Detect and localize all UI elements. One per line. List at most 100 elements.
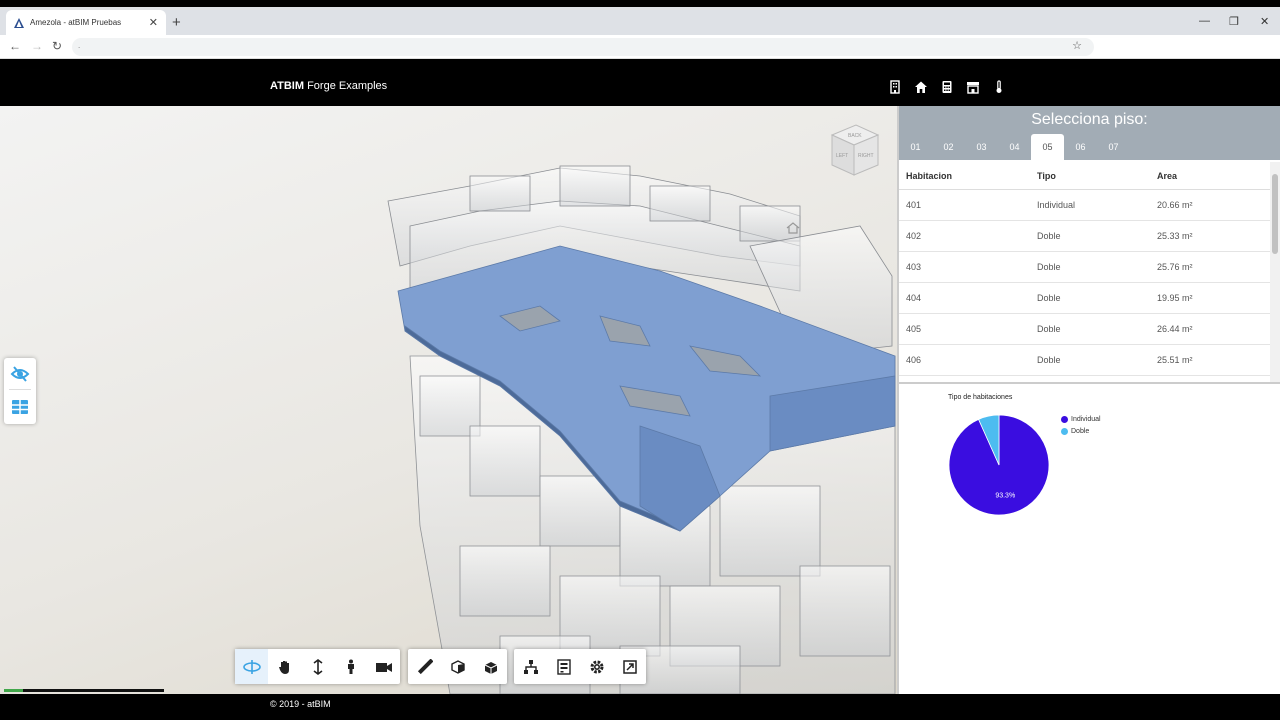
tab-title: Amezola - atBIM Pruebas bbox=[30, 18, 122, 27]
table-row[interactable]: 403 Doble 25.76 m² bbox=[899, 252, 1280, 283]
home-icon[interactable] bbox=[914, 80, 928, 94]
measure-icon bbox=[417, 658, 433, 674]
fullscreen-button[interactable] bbox=[613, 649, 646, 684]
floor-tab-02[interactable]: 02 bbox=[932, 134, 965, 160]
col-tipo[interactable]: Tipo bbox=[1037, 171, 1157, 181]
chart-legend: Individual Doble bbox=[1061, 413, 1101, 437]
thermometer-icon[interactable] bbox=[992, 80, 1006, 94]
zoom-icon bbox=[313, 658, 322, 675]
reload-button[interactable]: ↻ bbox=[52, 39, 62, 53]
section-button[interactable] bbox=[441, 649, 474, 684]
table-scrollbar-thumb[interactable] bbox=[1272, 174, 1278, 254]
pan-icon bbox=[278, 660, 289, 674]
first-person-button[interactable] bbox=[334, 649, 367, 684]
cell-area: 25.51 m² bbox=[1157, 355, 1193, 365]
cell-tipo: Doble bbox=[1037, 293, 1061, 303]
orbit-button[interactable] bbox=[235, 649, 268, 684]
viewcube[interactable]: BACK LEFT RIGHT bbox=[826, 123, 882, 181]
cell-tipo: Doble bbox=[1037, 324, 1061, 334]
viewcube-right-label: RIGHT bbox=[858, 153, 874, 159]
navigation-toolbar bbox=[235, 649, 400, 684]
table-row[interactable]: 405 Doble 26.44 m² bbox=[899, 314, 1280, 345]
settings-button[interactable] bbox=[580, 649, 613, 684]
viewer-home-icon[interactable] bbox=[786, 221, 800, 235]
zoom-button[interactable] bbox=[301, 649, 334, 684]
forward-button[interactable]: → bbox=[31, 39, 43, 53]
address-input[interactable]: . ☆ bbox=[72, 38, 1094, 56]
floor-tab-06[interactable]: 06 bbox=[1064, 134, 1097, 160]
fullscreen-icon bbox=[622, 659, 637, 674]
rooms-table-header: Habitacion Tipo Area bbox=[899, 162, 1280, 190]
cell-habitacion: 401 bbox=[906, 200, 922, 210]
tab-close-icon[interactable]: ✕ bbox=[149, 16, 158, 29]
orbit-icon bbox=[242, 659, 261, 674]
store-icon[interactable] bbox=[966, 80, 980, 94]
atbim-favicon-icon bbox=[14, 17, 24, 28]
settings-toolbar bbox=[514, 649, 646, 684]
loading-progress-fill bbox=[4, 689, 24, 692]
legend-item[interactable]: Doble bbox=[1061, 425, 1101, 437]
model-browser-button[interactable] bbox=[514, 649, 547, 684]
forge-viewer[interactable]: BACK LEFT RIGHT bbox=[0, 106, 897, 694]
close-window-button[interactable]: ✕ bbox=[1260, 15, 1269, 28]
restore-button[interactable]: ❐ bbox=[1229, 15, 1239, 28]
new-tab-button[interactable]: + bbox=[172, 14, 181, 31]
col-habitacion[interactable]: Habitacion bbox=[899, 171, 1037, 181]
minimize-button[interactable]: — bbox=[1199, 15, 1210, 27]
floor-tab-03[interactable]: 03 bbox=[965, 134, 998, 160]
browser-tab[interactable]: Amezola - atBIM Pruebas ✕ bbox=[6, 10, 166, 35]
model-browser-icon bbox=[523, 659, 538, 674]
table-row[interactable]: 402 Doble 25.33 m² bbox=[899, 221, 1280, 252]
building-model[interactable] bbox=[0, 106, 897, 694]
table-row[interactable]: 404 Doble 19.95 m² bbox=[899, 283, 1280, 314]
top-strip bbox=[0, 0, 1280, 7]
legend-swatch bbox=[1061, 415, 1068, 423]
chart-divider bbox=[899, 382, 1280, 384]
cell-area: 25.33 m² bbox=[1157, 231, 1193, 241]
pan-button[interactable] bbox=[268, 649, 301, 684]
floor-tab-05[interactable]: 05 bbox=[1031, 134, 1064, 160]
settings-icon bbox=[590, 660, 603, 673]
cell-habitacion: 404 bbox=[906, 293, 922, 303]
grid-table-icon[interactable] bbox=[10, 397, 30, 417]
calculator-icon[interactable] bbox=[940, 80, 954, 94]
brand-bold: ATBIM bbox=[270, 80, 305, 92]
back-button[interactable]: ← bbox=[9, 39, 21, 53]
cell-area: 20.66 m² bbox=[1157, 200, 1193, 210]
legend-item[interactable]: Individual bbox=[1061, 413, 1101, 425]
explode-icon bbox=[484, 661, 497, 674]
col-area[interactable]: Area bbox=[1157, 171, 1267, 181]
measure-button[interactable] bbox=[408, 649, 441, 684]
cell-area: 25.76 m² bbox=[1157, 262, 1193, 272]
rooms-table: Habitacion Tipo Area 401 Individual 20.66 … bbox=[899, 162, 1280, 384]
table-row[interactable]: 401 Individual 20.66 m² bbox=[899, 190, 1280, 221]
camera-icon bbox=[375, 662, 392, 672]
floor-tabs: 01 02 03 04 05 06 07 bbox=[899, 134, 1280, 160]
camera-button[interactable] bbox=[367, 649, 400, 684]
room-type-pie-chart: 93.3% bbox=[948, 414, 1050, 516]
floor-tab-07[interactable]: 07 bbox=[1097, 134, 1130, 160]
explode-button[interactable] bbox=[474, 649, 507, 684]
table-scrollbar[interactable] bbox=[1270, 162, 1280, 384]
section-icon bbox=[450, 659, 465, 674]
rooms-table-body: 401 Individual 20.66 m² 402 Doble 25.33 m² 403… bbox=[899, 190, 1280, 376]
floor-tab-01[interactable]: 01 bbox=[899, 134, 932, 160]
cell-habitacion: 403 bbox=[906, 262, 922, 272]
cell-tipo: Doble bbox=[1037, 231, 1061, 241]
legend-swatch bbox=[1061, 427, 1068, 435]
loading-progress-bar bbox=[4, 689, 164, 692]
table-row[interactable]: 406 Doble 25.51 m² bbox=[899, 345, 1280, 376]
analysis-toolbar bbox=[408, 649, 507, 684]
properties-button[interactable] bbox=[547, 649, 580, 684]
cell-tipo: Individual bbox=[1037, 200, 1076, 210]
app-header: ATBIM Forge Examples bbox=[0, 59, 1280, 106]
bookmark-star-icon[interactable]: ☆ bbox=[1072, 39, 1082, 52]
building-icon[interactable] bbox=[888, 80, 902, 94]
pie-data-label: 93.3% bbox=[995, 492, 1015, 499]
cell-area: 26.44 m² bbox=[1157, 324, 1193, 334]
cell-habitacion: 402 bbox=[906, 231, 922, 241]
visibility-off-icon[interactable] bbox=[10, 364, 30, 384]
legend-label: Individual bbox=[1071, 415, 1101, 423]
brand-title[interactable]: ATBIM Forge Examples bbox=[270, 80, 387, 92]
floor-tab-04[interactable]: 04 bbox=[998, 134, 1031, 160]
